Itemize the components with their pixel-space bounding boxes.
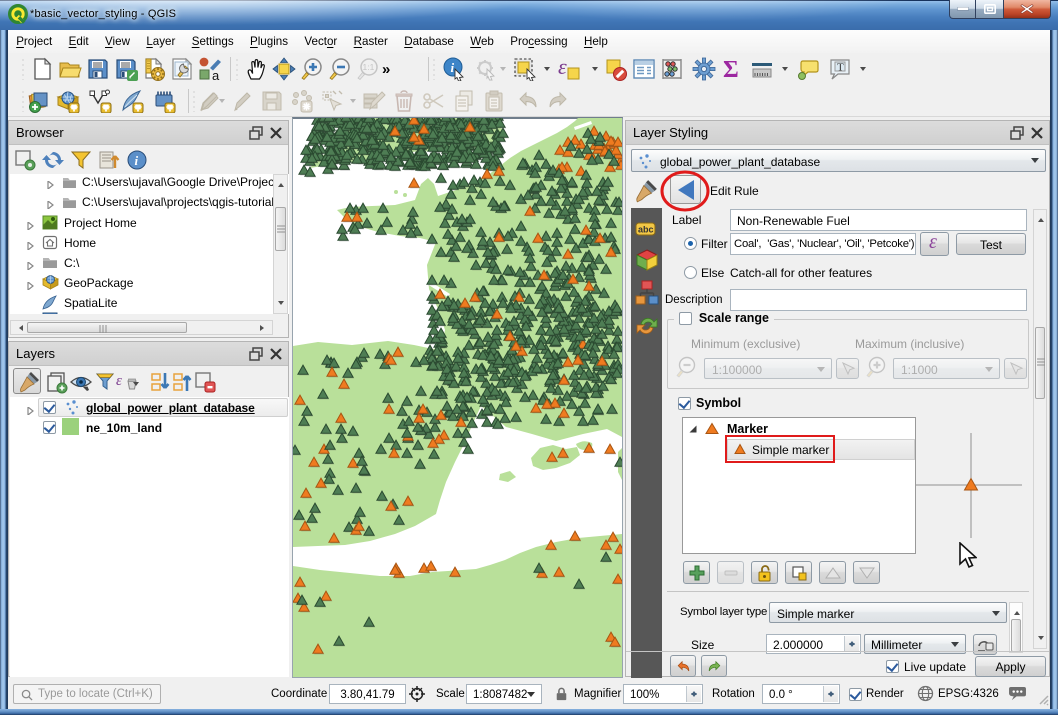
svg-text:Σ: Σ	[723, 57, 739, 81]
svg-text:i: i	[135, 153, 139, 168]
svg-text:ε: ε	[558, 57, 567, 79]
svg-text:a: a	[212, 68, 220, 81]
svg-text:i: i	[451, 60, 455, 75]
svg-text:ε: ε	[116, 373, 122, 389]
svg-text:abc: abc	[638, 225, 654, 235]
svg-text:1:1: 1:1	[363, 62, 375, 72]
svg-text:T: T	[837, 62, 844, 74]
